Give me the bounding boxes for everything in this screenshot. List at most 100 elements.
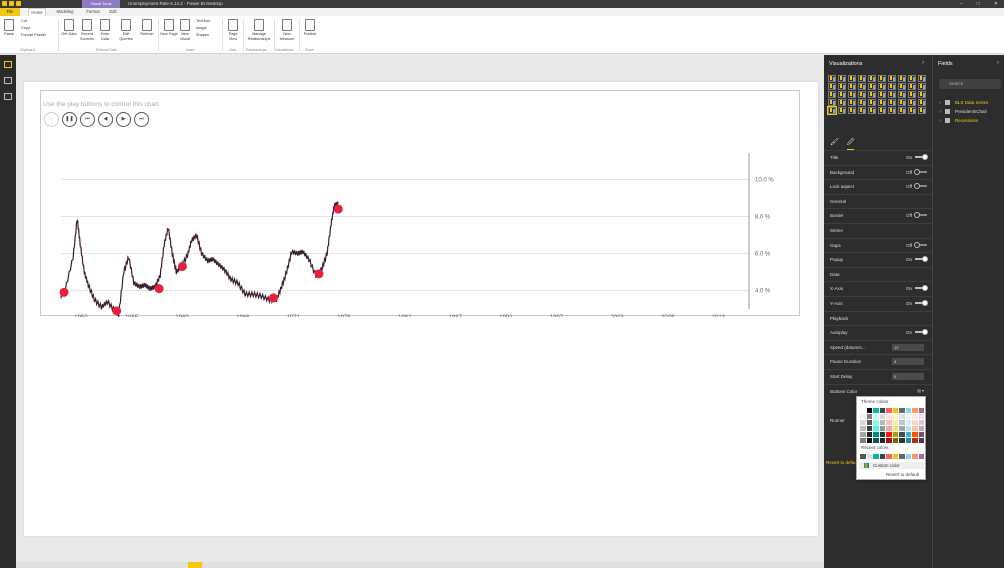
recent-sources-button[interactable]: Recent Sources [78,19,96,41]
color-swatch[interactable] [879,432,885,437]
fields-well-icon[interactable]: 🖌 [830,138,839,150]
new-measure-button[interactable]: New Measure [277,19,297,41]
visual-type-tile[interactable] [918,107,926,114]
color-swatch[interactable] [860,432,866,437]
format-row-series[interactable]: Series [824,223,932,237]
visual-type-tile[interactable] [908,75,916,82]
visual-type-tile[interactable] [918,91,926,98]
number-input[interactable]: 4 [892,358,924,366]
color-swatch[interactable] [886,426,892,431]
toggle-switch[interactable] [915,285,928,292]
tab-edit[interactable]: Edit [106,8,120,16]
color-swatch[interactable] [892,438,898,443]
color-swatch[interactable] [905,438,911,443]
format-row-start-delay[interactable]: Start Delay 0 [824,369,932,383]
new-visual-button[interactable]: New Visual [176,19,194,41]
minimize-button[interactable]: – [960,0,963,8]
collapse-visualizations-icon[interactable]: › [922,60,924,66]
visual-type-tile[interactable] [888,91,896,98]
toggle-switch[interactable] [914,168,927,175]
visual-type-tile[interactable] [858,91,866,98]
format-row-title[interactable]: Title On [824,150,932,164]
color-swatch[interactable] [879,408,885,413]
tab-format[interactable]: Format [84,8,102,16]
color-swatch[interactable] [866,420,872,425]
shapes-button[interactable]: Shapes [196,33,209,38]
color-dropdown-button[interactable]: ▤ ▾ [917,388,924,393]
color-swatch[interactable] [879,420,885,425]
visual-type-tile[interactable] [878,75,886,82]
manage-relationships-button[interactable]: Manage Relationships [246,19,272,41]
color-swatch[interactable] [873,438,879,443]
visual-type-tile[interactable] [908,107,916,114]
enter-data-button[interactable]: Enter Data [96,19,114,41]
color-swatch[interactable] [905,420,911,425]
format-row-gaps[interactable]: Gaps Off [824,237,932,252]
format-row-popup[interactable]: Popup On [824,252,932,266]
color-swatch[interactable] [912,408,918,413]
recent-color-swatch[interactable] [873,454,879,459]
visual-type-tile[interactable] [898,75,906,82]
color-swatch[interactable] [892,408,898,413]
toggle-switch[interactable] [914,241,927,248]
color-swatch[interactable] [892,414,898,419]
visual-type-tile[interactable] [868,107,876,114]
tab-home[interactable]: Home [28,8,46,16]
color-swatch[interactable] [892,432,898,437]
color-swatch[interactable] [866,408,872,413]
visual-type-tile[interactable] [848,75,856,82]
color-swatch[interactable] [912,432,918,437]
number-input[interactable]: 0 [892,373,924,380]
visual-type-tile[interactable] [918,99,926,106]
cut-button[interactable]: Cut [21,19,27,24]
color-swatch[interactable] [873,432,879,437]
visual-type-tile[interactable] [868,83,876,90]
color-swatch[interactable] [899,414,905,419]
color-swatch[interactable] [860,414,866,419]
page-view-button[interactable]: Page View [224,19,242,41]
color-swatch[interactable] [899,408,905,413]
color-swatch[interactable] [873,426,879,431]
relationships-view-icon[interactable] [4,93,12,100]
report-view-icon[interactable] [4,61,12,68]
recent-color-swatch[interactable] [918,454,924,459]
visual-type-tile[interactable] [878,91,886,98]
field-table-recessions[interactable]: Recessions [939,116,988,125]
recent-color-swatch[interactable] [912,454,918,459]
visual-type-tile[interactable] [918,75,926,82]
color-swatch[interactable] [918,426,924,431]
visual-type-tile[interactable] [827,106,837,115]
close-button[interactable]: ✕ [994,0,998,8]
color-swatch[interactable] [912,426,918,431]
color-swatch[interactable] [899,426,905,431]
visual-type-tile[interactable] [908,99,916,106]
visual-type-tile[interactable] [828,83,836,90]
visual-type-tile[interactable] [858,99,866,106]
number-input[interactable]: 12 [892,343,924,351]
format-row-y-axis[interactable]: Y-Axis On [824,296,932,310]
visual-type-tile[interactable] [888,107,896,114]
tab-page-add[interactable] [188,562,202,568]
format-painter-button[interactable]: Format Painter [21,33,46,38]
visual-type-tile[interactable] [888,83,896,90]
toggle-switch[interactable] [915,300,928,306]
color-swatch[interactable] [912,438,918,443]
format-row-x-axis[interactable]: X-Axis On [824,281,932,295]
recent-color-swatch[interactable] [879,454,885,459]
toggle-switch[interactable] [914,212,927,219]
color-swatch[interactable] [892,420,898,425]
color-swatch[interactable] [879,426,885,431]
revert-to-default-button[interactable]: Revert to default [886,472,919,477]
visual-type-tile[interactable] [908,91,916,98]
visual-type-tile[interactable] [908,83,916,90]
get-data-button[interactable]: Get Data [60,19,78,37]
format-row-autoplay[interactable]: Autoplay On [824,325,932,339]
visual-type-tile[interactable] [828,99,836,106]
fields-search-input[interactable]: Search [939,79,1001,89]
publish-button[interactable]: Publish [301,19,319,37]
format-row-background[interactable]: Background Off [824,164,932,179]
collapse-fields-icon[interactable]: › [997,60,999,66]
color-swatch[interactable] [879,414,885,419]
visual-type-tile[interactable] [898,91,906,98]
format-row-border[interactable]: Border Off [824,208,932,222]
